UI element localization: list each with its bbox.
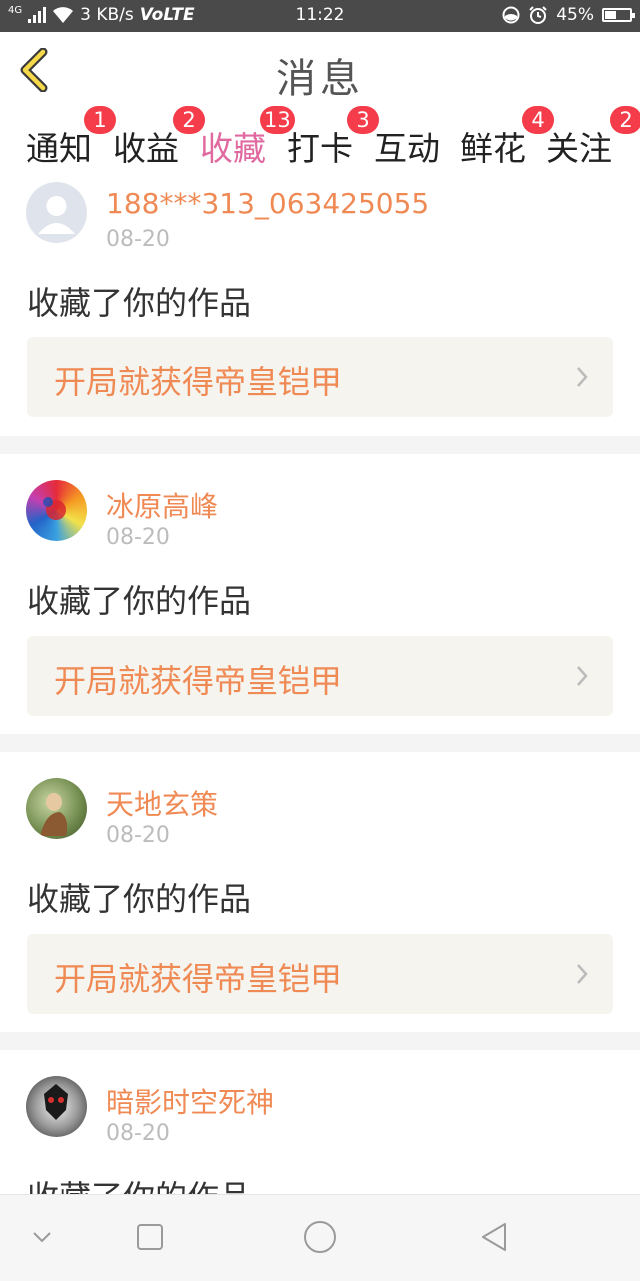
tab-notifications[interactable]: 通知 1 — [26, 106, 116, 170]
list-item: 暗影时空死神 08-20 收藏了你的作品 — [0, 1050, 640, 1194]
date: 08-20 — [106, 227, 170, 252]
tab-bar: 通知 1 收益 2 收藏 13 打卡 3 互动 鲜花 4 关注 2 — [0, 106, 640, 184]
chevron-right-icon — [577, 964, 588, 984]
tab-label: 通知 — [26, 129, 92, 168]
action-text: 收藏了你的作品 — [27, 582, 252, 620]
battery-icon — [602, 8, 635, 22]
work-link[interactable]: 开局就获得帝皇铠甲 — [27, 636, 613, 716]
data-saver-icon — [502, 6, 520, 24]
action-text: 收藏了你的作品 — [27, 284, 252, 322]
system-nav-bar — [0, 1194, 640, 1281]
username[interactable]: 188***313_063425055 — [106, 187, 429, 220]
tab-label: 互动 — [374, 129, 440, 168]
divider — [0, 1032, 640, 1050]
triangle-back-icon — [482, 1223, 506, 1251]
favorites-feed[interactable]: 188***313_063425055 08-20 收藏了你的作品 开局就获得帝… — [0, 172, 640, 1194]
divider — [0, 436, 640, 454]
chevron-right-icon — [577, 666, 588, 686]
tab-label: 收藏 — [200, 129, 266, 168]
action-text: 收藏了你的作品 — [27, 1172, 251, 1194]
tab-badge: 1 — [84, 106, 116, 134]
username[interactable]: 冰原高峰 — [106, 485, 218, 525]
figure-avatar[interactable] — [26, 778, 87, 839]
tab-following[interactable]: 关注 2 — [546, 106, 640, 170]
list-item: 冰原高峰 08-20 收藏了你的作品 开局就获得帝皇铠甲 — [0, 454, 640, 734]
colorful-avatar[interactable] — [26, 480, 87, 541]
date: 08-20 — [106, 1121, 170, 1146]
tab-favorites[interactable]: 收藏 13 — [200, 106, 295, 184]
tab-earnings[interactable]: 收益 2 — [113, 106, 205, 170]
username[interactable]: 天地玄策 — [106, 783, 218, 823]
tab-flowers[interactable]: 鲜花 4 — [460, 106, 554, 170]
circle-icon — [304, 1221, 336, 1253]
list-item: 天地玄策 08-20 收藏了你的作品 开局就获得帝皇铠甲 — [0, 752, 640, 1032]
battery-percent: 45% — [556, 5, 594, 25]
hide-nav-button[interactable] — [22, 1217, 62, 1257]
back-nav-button[interactable] — [474, 1217, 514, 1257]
home-button[interactable] — [300, 1217, 340, 1257]
username[interactable]: 暗影时空死神 — [106, 1081, 274, 1121]
page-title: 消息 — [276, 56, 364, 102]
recent-apps-button[interactable] — [130, 1217, 170, 1257]
default-avatar[interactable] — [26, 182, 87, 243]
header: 消息 — [0, 32, 640, 111]
tab-label: 关注 — [546, 129, 612, 168]
tab-label: 鲜花 — [460, 129, 526, 168]
tab-label: 收益 — [113, 129, 179, 168]
tab-badge: 2 — [610, 106, 640, 134]
list-item: 188***313_063425055 08-20 收藏了你的作品 开局就获得帝… — [0, 172, 640, 436]
date: 08-20 — [106, 823, 170, 848]
date: 08-20 — [106, 525, 170, 550]
chevron-down-icon — [33, 1232, 51, 1243]
tab-checkin[interactable]: 打卡 3 — [287, 106, 379, 170]
tab-label: 打卡 — [287, 129, 353, 168]
work-title: 开局就获得帝皇铠甲 — [54, 662, 343, 700]
work-link[interactable]: 开局就获得帝皇铠甲 — [27, 934, 613, 1014]
divider — [0, 734, 640, 752]
chevron-right-icon — [577, 367, 588, 387]
action-text: 收藏了你的作品 — [27, 880, 252, 918]
work-link[interactable]: 开局就获得帝皇铠甲 — [27, 337, 613, 417]
mask-avatar[interactable] — [26, 1076, 87, 1137]
work-title: 开局就获得帝皇铠甲 — [54, 960, 343, 998]
work-title: 开局就获得帝皇铠甲 — [54, 363, 343, 401]
square-icon — [137, 1224, 163, 1250]
status-right: 45% — [502, 5, 635, 25]
status-bar: 4G 3 KB/s VoLTE 11:22 45% — [0, 0, 640, 32]
alarm-icon — [529, 6, 547, 24]
tab-interaction[interactable]: 互动 — [374, 122, 440, 170]
